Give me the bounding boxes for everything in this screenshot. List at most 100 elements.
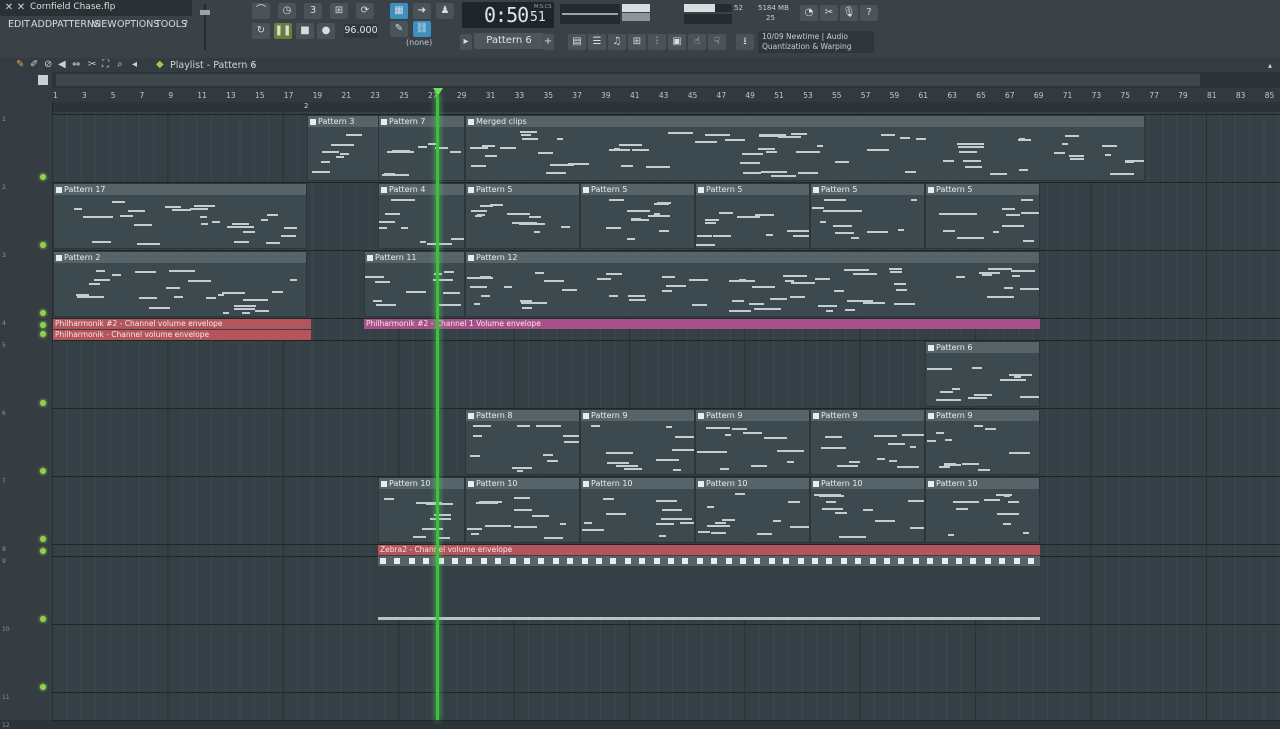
pattern-clip[interactable]: Pattern 12 (465, 251, 1040, 317)
chevron-right-icon[interactable]: › (252, 60, 256, 70)
pause-button[interactable]: ❚❚ (274, 23, 292, 39)
stamp-icon[interactable]: ♟ (436, 3, 454, 19)
snap-icon[interactable]: ⌒ (252, 3, 270, 19)
select-tool-icon[interactable]: ⛶ (102, 59, 109, 70)
track-mute-led[interactable] (40, 310, 46, 316)
browser-icon[interactable]: ⊞ (628, 34, 646, 50)
microphone-icon[interactable]: 🎙 (840, 5, 858, 21)
metronome-icon[interactable]: ◷ (278, 3, 296, 19)
slice-tool-icon[interactable]: ✂ (88, 59, 96, 70)
track-mute-led[interactable] (40, 468, 46, 474)
pattern-clip[interactable]: Pattern 9 (580, 409, 695, 475)
playback-tool-icon[interactable]: ◂ (132, 59, 137, 70)
pattern-clip[interactable]: Pattern 10 (810, 477, 925, 543)
snap-selector[interactable]: (none) (406, 38, 432, 47)
channel-rack-icon[interactable]: ☰ (588, 34, 606, 50)
add-pattern-icon[interactable]: + (542, 34, 554, 50)
pattern-clip[interactable]: Pattern 11 (364, 251, 465, 317)
track-mute-led[interactable] (40, 400, 46, 406)
slip-tool-icon[interactable]: ⇔ (72, 59, 80, 70)
pattern-prev-icon[interactable]: ▸ (460, 34, 472, 50)
pattern-picker-icon[interactable] (38, 75, 48, 85)
pattern-clip[interactable]: Pattern 5 (695, 183, 810, 249)
pattern-clip[interactable]: Pattern 8 (465, 409, 580, 475)
loop-record-icon[interactable]: ⟳ (356, 3, 374, 19)
automation-clip[interactable]: Philharmonik - Channel volume envelope (53, 330, 311, 340)
master-volume-knob[interactable] (200, 10, 210, 15)
pencil-icon[interactable]: ✎ (390, 21, 408, 37)
piano-roll-icon[interactable]: ▦ (390, 3, 408, 19)
tempo-tapper-icon[interactable]: ☝ (688, 34, 706, 50)
pattern-clip[interactable]: Pattern 10 (695, 477, 810, 543)
stop-button[interactable]: ■ (296, 23, 314, 39)
pattern-clip[interactable]: Pattern 2 (53, 251, 307, 317)
brush-tool-icon[interactable]: ✐ (30, 59, 38, 70)
track-mute-led[interactable] (40, 174, 46, 180)
tempo-display[interactable]: 96.000 (344, 24, 378, 38)
pattern-clip[interactable]: Pattern 3 (307, 115, 379, 181)
piano-roll-window-icon[interactable]: ♫ (608, 34, 626, 50)
menu-options[interactable]: OPTIONS (117, 19, 159, 30)
track-mute-led[interactable] (40, 536, 46, 542)
link-icon[interactable]: ⛓ (413, 21, 431, 37)
pattern-clip[interactable]: Pattern 7 (378, 115, 465, 181)
pattern-clip[interactable]: Pattern 10 (465, 477, 580, 543)
pattern-clip[interactable]: Pattern 6 (925, 341, 1040, 407)
horizontal-scrollbar[interactable] (56, 74, 1200, 86)
menu-icon[interactable]: ✕ (3, 2, 15, 14)
scroll-up-icon[interactable]: ▴ (1268, 61, 1272, 70)
track-mute-led[interactable] (40, 616, 46, 622)
menu-edit[interactable]: EDIT (8, 19, 30, 30)
plugin-icon[interactable]: ▣ (668, 34, 686, 50)
cut-icon[interactable]: ✂ (820, 5, 838, 21)
help-icon[interactable]: ? (860, 5, 878, 21)
note-mark (668, 132, 687, 134)
pattern-clip[interactable]: Merged clips (465, 115, 1145, 181)
arrow-icon[interactable]: ➜ (413, 3, 431, 19)
pattern-clip[interactable]: Pattern 9 (810, 409, 925, 475)
playlist-icon[interactable]: ▤ (568, 34, 586, 50)
pattern-clip[interactable]: Pattern 5 (810, 183, 925, 249)
automation-clip[interactable]: Philharmonik #2 - Channel 1 Volume envel… (364, 319, 1040, 329)
pattern-clip[interactable]: Pattern 17 (53, 183, 307, 249)
pattern-selector[interactable]: Pattern 6 (474, 33, 544, 49)
delete-tool-icon[interactable]: ⊘ (44, 59, 52, 70)
pattern-clip[interactable]: Pattern 5 (580, 183, 695, 249)
clip-header: Pattern 5 (926, 184, 1039, 195)
pattern-clip[interactable]: Pattern 4 (378, 183, 465, 249)
automation-clip[interactable]: Philharmonik #2 - Channel volume envelop… (53, 319, 311, 329)
track-mute-led[interactable] (40, 684, 46, 690)
note-mark (1069, 155, 1084, 157)
note-mark (1010, 501, 1019, 503)
note-mark (898, 229, 904, 231)
track-mute-led[interactable] (40, 331, 46, 337)
automation-clip[interactable]: Zebra2 - Channel volume envelope (378, 545, 1040, 555)
zoom-tool-icon[interactable]: ⌕ (117, 59, 123, 70)
mute-tool-icon[interactable]: ◀ (58, 59, 66, 70)
pattern-clip[interactable]: Pattern 10 (378, 477, 465, 543)
pattern-clip[interactable]: Pattern 9 (695, 409, 810, 475)
track-mute-led[interactable] (40, 548, 46, 554)
track-mute-led[interactable] (40, 322, 46, 328)
menu-view[interactable]: VIEW (92, 19, 117, 30)
countdown-icon[interactable]: 3 (304, 3, 322, 19)
step-edit-icon[interactable]: ⊞ (330, 3, 348, 19)
pattern-clip[interactable]: Pattern 5 (925, 183, 1040, 249)
menu-help[interactable]: ? (183, 19, 188, 30)
touch-icon[interactable]: ☟ (708, 34, 726, 50)
playlist-tool-icon[interactable]: ◆ (156, 59, 164, 70)
close-icon[interactable]: ✕ (15, 2, 27, 14)
pattern-clip[interactable]: Pattern 10 (580, 477, 695, 543)
song-mode-icon[interactable]: ↻ (252, 23, 270, 39)
cpu-icon[interactable]: ◔ (800, 5, 818, 21)
menu-add[interactable]: ADD (31, 19, 52, 30)
pattern-clip[interactable]: Pattern 9 (925, 409, 1040, 475)
mixer-icon[interactable]: ⫶ (648, 34, 666, 50)
pencil-tool-icon[interactable]: ✎ (16, 59, 24, 70)
note-mark (833, 225, 852, 227)
track-mute-led[interactable] (40, 242, 46, 248)
record-button[interactable]: ● (317, 23, 335, 39)
pattern-clip[interactable]: Pattern 10 (925, 477, 1040, 543)
pattern-clip[interactable]: Pattern 5 (465, 183, 580, 249)
download-icon[interactable]: ⭳ (736, 34, 754, 50)
